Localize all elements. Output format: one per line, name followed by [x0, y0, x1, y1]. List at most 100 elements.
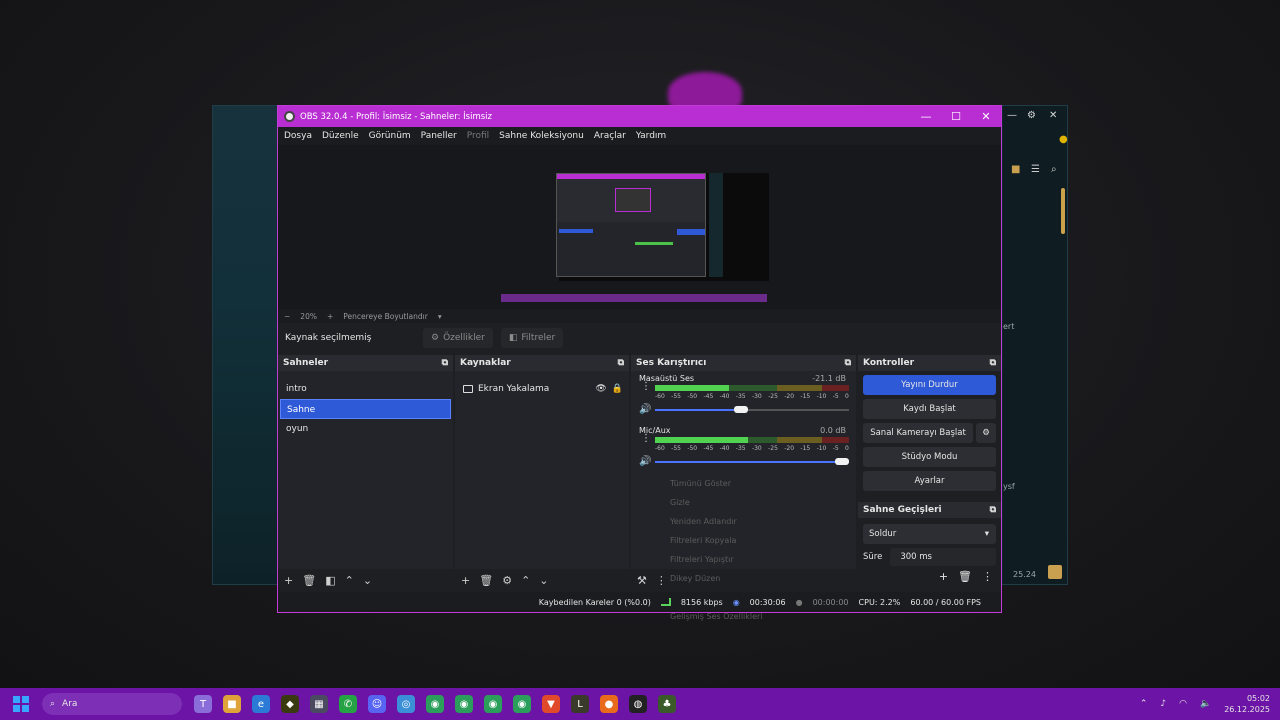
chevron-up-icon[interactable]: ⌃: [345, 574, 354, 587]
scale-tick: -55: [671, 445, 681, 452]
app-icon[interactable]: ◆: [281, 695, 299, 713]
minimize-button[interactable]: —: [911, 106, 941, 127]
windows-start-icon[interactable]: [13, 696, 29, 712]
wifi-icon[interactable]: ◠: [1179, 699, 1187, 709]
chrome-icon[interactable]: ◉: [455, 695, 473, 713]
properties-button[interactable]: ⚙ Özellikler: [423, 328, 493, 348]
more-icon[interactable]: ⋮: [641, 434, 651, 444]
scene-item[interactable]: intro: [280, 379, 451, 399]
gear-icon[interactable]: ⚙: [502, 574, 512, 587]
menu-item-show-all[interactable]: Tümünü Göster: [640, 474, 780, 493]
add-icon[interactable]: +: [939, 570, 948, 583]
zoom-in-button[interactable]: +: [327, 312, 333, 321]
volume-slider[interactable]: [655, 406, 849, 413]
gear-icon[interactable]: ⚙: [976, 423, 996, 443]
more-icon[interactable]: ⋮: [641, 382, 651, 392]
record-time: 00:00:00: [812, 597, 849, 607]
eye-icon[interactable]: 👁: [595, 384, 606, 394]
teams-icon[interactable]: T: [194, 695, 212, 713]
duration-input[interactable]: 300 ms: [890, 548, 996, 566]
chevron-down-icon[interactable]: ⌄: [539, 574, 548, 587]
trash-icon[interactable]: 🗑: [958, 570, 972, 583]
menu-item-paste-filters[interactable]: Filtreleri Yapıştır: [640, 550, 780, 569]
studio-mode-button[interactable]: Stüdyo Modu: [863, 447, 996, 467]
scale-tick: -40: [719, 445, 730, 452]
add-icon[interactable]: +: [284, 574, 293, 587]
menu-gorunum[interactable]: Görünüm: [369, 131, 411, 141]
search-icon[interactable]: ⌕: [1051, 164, 1065, 178]
zoom-mode[interactable]: Pencereye Boyutlandır: [343, 312, 428, 321]
trash-icon[interactable]: 🗑: [479, 574, 493, 587]
start-record-button[interactable]: Kaydı Başlat: [863, 399, 996, 419]
filters-button[interactable]: ◧ Filtreler: [500, 328, 564, 348]
chrome-icon[interactable]: ◉: [513, 695, 531, 713]
add-icon[interactable]: +: [461, 574, 470, 587]
filter-icon[interactable]: ◧: [325, 574, 335, 587]
speaker-icon[interactable]: 🔊: [639, 404, 651, 415]
virtual-camera-button[interactable]: Sanal Kamerayı Başlat: [863, 423, 973, 443]
clock[interactable]: 05:02 26.12.2025: [1224, 693, 1270, 715]
gear-icon[interactable]: [1048, 565, 1062, 579]
menu-duzenle[interactable]: Düzenle: [322, 131, 359, 141]
settings-button[interactable]: Ayarlar: [863, 471, 996, 491]
folder-icon[interactable]: ■: [1011, 164, 1025, 178]
menu-yardim[interactable]: Yardım: [636, 131, 666, 141]
transition-select[interactable]: Soldur ▾: [863, 524, 996, 544]
speaker-icon[interactable]: 🔈: [1200, 699, 1211, 709]
taskbar: ⌕ Ara T ■ e ◆ ▦ ✆ ☺ ◎ ◉ ◉ ◉ ◉ ▼ L ● ◍ ♣ …: [0, 688, 1280, 720]
maximize-button[interactable]: ☐: [941, 106, 971, 127]
scene-item-selected[interactable]: Sahne: [280, 399, 451, 419]
folder-icon[interactable]: ■: [223, 695, 241, 713]
menu-item-rename[interactable]: Yeniden Adlandır: [640, 512, 780, 531]
menu-profil[interactable]: Profil: [467, 131, 489, 141]
close-button[interactable]: ✕: [971, 106, 1001, 127]
undock-icon[interactable]: ⧉: [990, 358, 996, 368]
brave-icon[interactable]: ▼: [542, 695, 560, 713]
undock-icon[interactable]: ⧉: [442, 358, 448, 368]
speaker-icon[interactable]: 🔊: [639, 456, 651, 467]
volume-slider[interactable]: [655, 458, 849, 465]
discord-icon[interactable]: ☺: [368, 695, 386, 713]
lock-icon[interactable]: 🔒: [612, 384, 623, 394]
preview-canvas[interactable]: [278, 145, 1001, 309]
list-icon[interactable]: ☰: [1031, 164, 1045, 178]
dash-icon[interactable]: —: [1007, 110, 1017, 121]
more-icon[interactable]: ⋮: [982, 570, 993, 583]
background-scrollbar[interactable]: [1061, 188, 1065, 234]
track-db: -21.1 dB: [812, 374, 846, 383]
trash-icon[interactable]: 🗑: [302, 574, 316, 587]
menu-dosya[interactable]: Dosya: [284, 131, 312, 141]
stop-stream-button[interactable]: Yayını Durdur: [863, 375, 996, 395]
chevron-up-icon[interactable]: ⌃: [1140, 699, 1148, 709]
chrome-icon[interactable]: ◉: [426, 695, 444, 713]
chevron-down-icon[interactable]: ⌄: [363, 574, 372, 587]
chrome-icon[interactable]: ◉: [484, 695, 502, 713]
zoom-out-button[interactable]: −: [284, 312, 290, 321]
menu-item-copy-filters[interactable]: Filtreleri Kopyala: [640, 531, 780, 550]
undock-icon[interactable]: ⧉: [990, 505, 996, 515]
app-icon[interactable]: L: [571, 695, 589, 713]
menu-paneller[interactable]: Paneller: [421, 131, 457, 141]
browser-icon[interactable]: ◎: [397, 695, 415, 713]
firefox-icon[interactable]: ●: [600, 695, 618, 713]
undock-icon[interactable]: ⧉: [618, 358, 624, 368]
source-item[interactable]: Ekran Yakalama 👁 🔒: [455, 379, 629, 399]
whatsapp-icon[interactable]: ✆: [339, 695, 357, 713]
chevron-up-icon[interactable]: ⌃: [521, 574, 530, 587]
menu-sahne-koleksiyonu[interactable]: Sahne Koleksiyonu: [499, 131, 584, 141]
menu-item-hide[interactable]: Gizle: [640, 493, 780, 512]
scene-item[interactable]: oyun: [280, 419, 451, 439]
app-icon[interactable]: ♣: [658, 695, 676, 713]
bell-icon[interactable]: ●: [1059, 134, 1073, 148]
edge-icon[interactable]: e: [252, 695, 270, 713]
gear-icon[interactable]: ⚙: [1027, 110, 1036, 121]
close-icon[interactable]: ✕: [1049, 110, 1057, 121]
microphone-icon[interactable]: ♪: [1160, 699, 1166, 709]
taskbar-search[interactable]: ⌕ Ara: [42, 693, 182, 715]
menu-item-vertical-layout[interactable]: Dikey Düzen: [640, 569, 780, 588]
menu-araclar[interactable]: Araçlar: [594, 131, 626, 141]
undock-icon[interactable]: ⧉: [845, 358, 851, 368]
calculator-icon[interactable]: ▦: [310, 695, 328, 713]
obs-icon[interactable]: ◍: [629, 695, 647, 713]
chevron-down-icon[interactable]: ▾: [438, 312, 442, 321]
